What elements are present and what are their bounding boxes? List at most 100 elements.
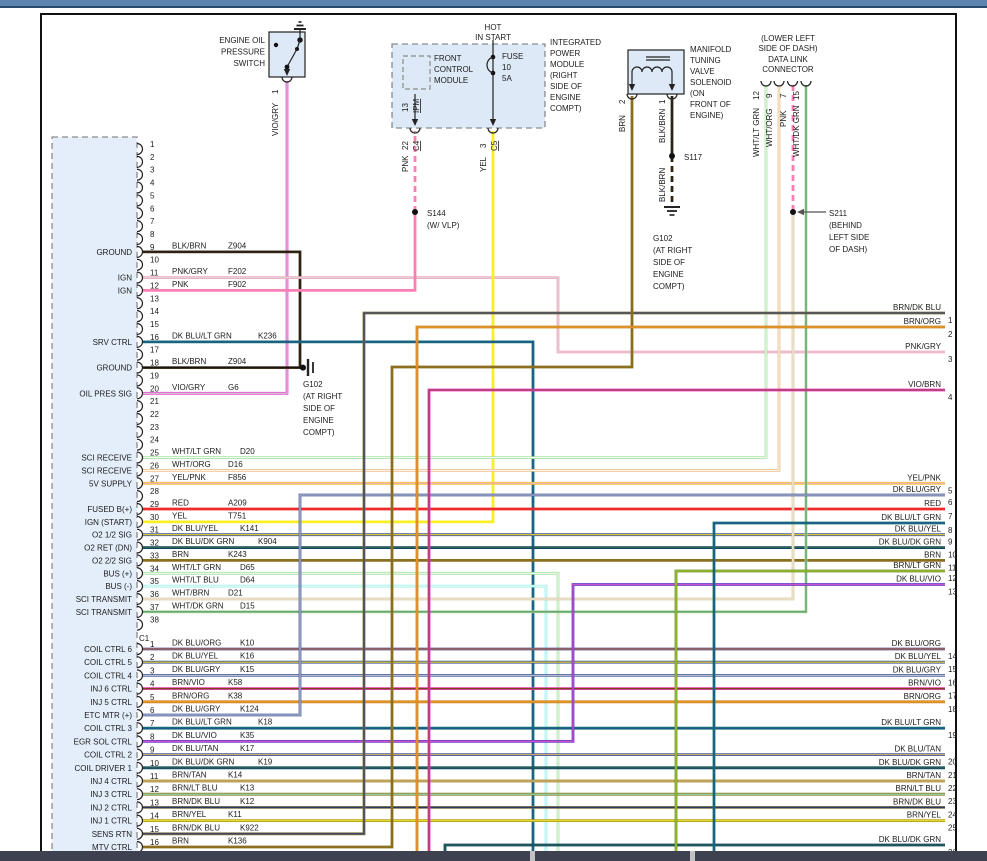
dlc-name-label: DATA LINK — [768, 55, 808, 64]
window-top-bar — [0, 0, 987, 8]
wire-color-label: WHT/LT GRN — [752, 108, 761, 157]
wire-color-label: DK BLU/GRY — [172, 665, 221, 674]
dlc-name-label: CONNECTOR — [762, 65, 814, 74]
mtv-label: (ON — [690, 89, 705, 98]
wire-color-label: BRN — [618, 115, 627, 132]
wire-color-label: BRN/ORG — [172, 691, 209, 700]
exit-number: 15 — [948, 665, 957, 674]
bottom-bar-separator — [530, 851, 535, 861]
pin-number: 24 — [150, 436, 159, 445]
pin-number: 6 — [150, 706, 155, 715]
pin-number: 2 — [150, 653, 155, 662]
ground-label: SIDE OF — [653, 258, 685, 267]
fcm-label: MODULE — [434, 76, 468, 85]
exit-number: 18 — [948, 705, 957, 714]
pin-number: 38 — [150, 616, 159, 625]
splice-label: OF DASH) — [829, 245, 868, 254]
wire-color-label: PNK — [401, 155, 410, 172]
window-bottom-bar — [0, 851, 987, 861]
exit-number: 13 — [948, 588, 957, 597]
wire-color-label: DK BLU/GRY — [172, 705, 221, 714]
pin-number: 12 — [752, 91, 761, 100]
pin-number: 19 — [150, 371, 159, 380]
splice-dot — [300, 365, 306, 371]
pin-number: 21 — [150, 397, 159, 406]
exit-wire-label: BRN/VIO — [908, 679, 941, 688]
pin-number: 15 — [792, 91, 801, 100]
pin-number: 17 — [150, 346, 159, 355]
wire-color-label: BRN/TAN — [172, 771, 207, 780]
dlc-location-label: SIDE OF DASH) — [758, 44, 817, 53]
exit-wire-label: DK BLU/YEL — [895, 652, 942, 661]
pin-number: 3 — [150, 666, 155, 675]
wire-color-label: BRN/VIO — [172, 678, 205, 687]
pin-number: 9 — [150, 243, 155, 252]
splice-dot — [412, 209, 418, 215]
pin-number: 9 — [150, 746, 155, 755]
wire-color-label: BRN/DK BLU — [172, 797, 220, 806]
wire-color-label: BRN/YEL — [172, 810, 207, 819]
pin-function-label: BUS (+) — [103, 569, 132, 578]
exit-wire-label: BRN/ORG — [904, 317, 941, 326]
pin-function-label: INJ 5 CTRL — [90, 698, 132, 707]
pin-function-label: INJ 2 CTRL — [90, 803, 132, 812]
power-feed-label: HOT — [485, 23, 502, 32]
circuit-code-label: K141 — [240, 524, 259, 533]
exit-number: 6 — [948, 498, 953, 507]
wire-color-label: VIO/GRY — [172, 383, 206, 392]
wire-color-label: RED — [172, 498, 189, 507]
exit-number: 21 — [948, 771, 957, 780]
pin-function-label: O2 2/2 SIG — [92, 556, 132, 565]
circuit-code-label: D21 — [228, 588, 243, 597]
wire-color-label: BLK/BRN — [658, 168, 667, 202]
circuit-code-label: K35 — [240, 731, 255, 740]
circuit-code-label: K243 — [228, 550, 247, 559]
exit-wire-label: BRN/DK BLU — [893, 303, 941, 312]
pin-number: 16 — [150, 838, 159, 847]
pin-number: 16 — [150, 333, 159, 342]
pin-number: 36 — [150, 590, 159, 599]
pin-number: 15 — [150, 320, 159, 329]
exit-number: 12 — [948, 574, 957, 583]
pin-number: 33 — [150, 551, 159, 560]
wire-color-label: BRN/LT BLU — [172, 784, 218, 793]
connector-c1-label: C1 — [139, 634, 150, 643]
circuit-code-label: K12 — [240, 797, 255, 806]
wire-color-label: DK BLU/VIO — [172, 731, 217, 740]
pin-function-label: O2 RET (DN) — [84, 544, 132, 553]
pin-function-label: SCI RECEIVE — [81, 466, 132, 475]
pin-function-label: COIL CTRL 6 — [84, 645, 132, 654]
ipm-label: ENGINE — [550, 93, 581, 102]
pin-number: 28 — [150, 487, 159, 496]
exit-wire-label: BRN/LT BLU — [896, 784, 942, 793]
pin-number: 5 — [150, 191, 155, 200]
ipm-label: SIDE OF — [550, 82, 582, 91]
circuit-code-label: F856 — [228, 473, 247, 482]
pin-function-label: COIL CTRL 5 — [84, 658, 132, 667]
pin-number: 10 — [150, 256, 159, 265]
exit-wire-label: DK BLU/TAN — [894, 745, 941, 754]
circuit-code-label: K17 — [240, 744, 255, 753]
exit-wire-label: DK BLU/DK GRN — [879, 758, 941, 767]
pin-number: 9 — [765, 93, 774, 98]
exit-number: 5 — [948, 486, 953, 495]
pin-number: 22 — [150, 410, 159, 419]
pin-number: 15 — [150, 825, 159, 834]
pin-function-label: COIL CTRL 3 — [84, 724, 132, 733]
exit-wire-label: DK BLU/GRY — [893, 485, 942, 494]
splice-dot — [790, 209, 796, 215]
exit-number: 16 — [948, 678, 957, 687]
wire-color-label: PNK/GRY — [172, 267, 209, 276]
circuit-code-label: D16 — [228, 460, 243, 469]
wire-color-label: PNK — [779, 110, 788, 127]
exit-number: 14 — [948, 652, 957, 661]
dlc-location-label: (LOWER LEFT — [761, 34, 815, 43]
exit-wire-label: DK BLU/YEL — [895, 525, 942, 534]
ground-label: (AT RIGHT — [653, 246, 692, 255]
exit-wire-label: BRN — [924, 550, 941, 559]
pin-number: 1 — [658, 99, 667, 104]
pin-number: 10 — [150, 759, 159, 768]
pin-number: 3 — [479, 143, 488, 148]
pin-function-label: INJ 3 CTRL — [90, 790, 132, 799]
wiring-diagram-page: 123456789GROUNDBLK/BRNZ9041011IGNPNK/GRY… — [0, 0, 987, 861]
